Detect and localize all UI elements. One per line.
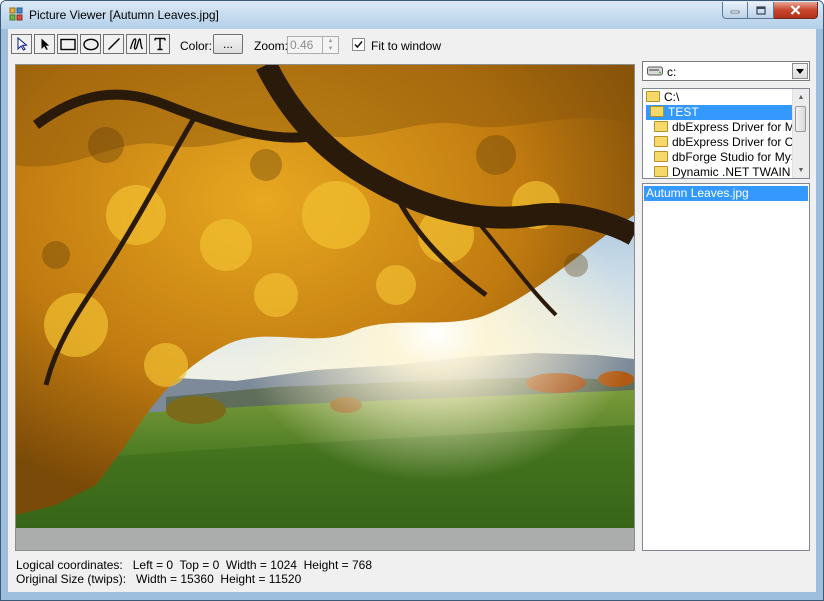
line-icon (107, 38, 120, 50)
fit-to-window-label[interactable]: Fit to window (371, 39, 441, 53)
directory-item[interactable]: dbExpress Driver for Mi (654, 120, 797, 135)
text-tool-icon (153, 37, 166, 51)
directory-item[interactable]: dbExpress Driver for Or (654, 135, 798, 150)
ellipse-tool-button[interactable] (80, 34, 101, 54)
directory-item[interactable]: dbForge Studio for MyS (654, 150, 799, 165)
open-folder-icon (650, 106, 664, 117)
window-controls (722, 2, 818, 19)
checkmark-icon (354, 40, 363, 49)
drive-dropdown-button[interactable] (792, 63, 808, 79)
text-tool-button[interactable] (149, 34, 170, 54)
logical-coordinates-status: Logical coordinates: Left = 0 Top = 0 Wi… (16, 558, 373, 572)
directory-label: TEST (668, 105, 699, 119)
select-tool-button[interactable] (11, 34, 32, 54)
open-folder-icon (646, 91, 660, 102)
client-area: Color: ... Zoom: ▲ ▼ Fit to window (8, 29, 816, 592)
freehand-icon (129, 38, 144, 50)
minimize-icon (730, 10, 740, 14)
drive-selector[interactable]: c: (642, 61, 810, 81)
app-icon (9, 7, 23, 21)
directory-label: C:\ (664, 90, 680, 104)
maximize-icon (755, 5, 766, 15)
directory-label: dbForge Studio for MyS (672, 150, 799, 164)
chevron-down-icon (796, 68, 804, 74)
directory-label: dbExpress Driver for Mi (672, 120, 798, 134)
color-picker-button[interactable]: ... (213, 34, 243, 54)
pointer-tool-button[interactable] (34, 34, 55, 54)
close-button[interactable] (774, 2, 818, 19)
ellipse-icon (82, 38, 99, 50)
fit-to-window-checkbox[interactable] (352, 38, 365, 51)
file-list[interactable]: Autumn Leaves.jpg (642, 183, 810, 551)
close-icon (790, 5, 801, 15)
window-title: Picture Viewer [Autumn Leaves.jpg] (29, 8, 219, 22)
maximize-button[interactable] (748, 2, 774, 19)
folder-icon (654, 121, 668, 132)
folder-icon (654, 136, 668, 147)
photo-autumn-tree (16, 65, 634, 528)
freehand-tool-button[interactable] (126, 34, 147, 54)
scroll-up-icon[interactable]: ▲ (793, 89, 809, 105)
rectangle-icon (59, 38, 76, 50)
spin-up-icon[interactable]: ▲ (323, 37, 338, 45)
directory-scrollbar[interactable]: ▲ ▼ (792, 89, 809, 178)
folder-icon (654, 151, 668, 162)
minimize-button[interactable] (722, 2, 748, 19)
zoom-spinner[interactable]: ▲ ▼ (323, 36, 339, 54)
file-item-selected[interactable]: Autumn Leaves.jpg (644, 186, 808, 201)
directory-item-root[interactable]: C:\ (646, 90, 679, 105)
image-panel[interactable] (15, 64, 635, 551)
directory-item[interactable]: Dynamic .NET TWAIN 1 (654, 165, 801, 179)
color-label: Color: (180, 39, 213, 53)
picture-viewer-window: Picture Viewer [Autumn Leaves.jpg] Color… (0, 0, 824, 601)
rectangle-tool-button[interactable] (57, 34, 78, 54)
drive-value: c: (667, 65, 677, 79)
scroll-thumb[interactable] (795, 106, 806, 132)
pointer-arrow-icon (41, 38, 49, 50)
scroll-down-icon[interactable]: ▼ (793, 162, 809, 178)
directory-item-selected[interactable]: TEST (646, 105, 792, 120)
toolbar: Color: ... Zoom: ▲ ▼ Fit to window (8, 31, 816, 57)
zoom-label: Zoom: (254, 39, 289, 53)
directory-label: dbExpress Driver for Or (672, 135, 799, 149)
folder-icon (654, 166, 668, 177)
directory-list[interactable]: C:\ TEST dbExpress Driver for Mi dbExpre… (642, 88, 810, 179)
zoom-input[interactable] (287, 36, 323, 54)
select-arrow-icon (16, 37, 28, 51)
original-size-status: Original Size (twips): Width = 15360 Hei… (16, 572, 302, 586)
directory-label: Dynamic .NET TWAIN 1 (672, 165, 801, 179)
hard-drive-icon (647, 66, 663, 76)
title-bar[interactable]: Picture Viewer [Autumn Leaves.jpg] (1, 1, 823, 29)
spin-down-icon[interactable]: ▼ (323, 45, 338, 53)
line-tool-button[interactable] (103, 34, 124, 54)
